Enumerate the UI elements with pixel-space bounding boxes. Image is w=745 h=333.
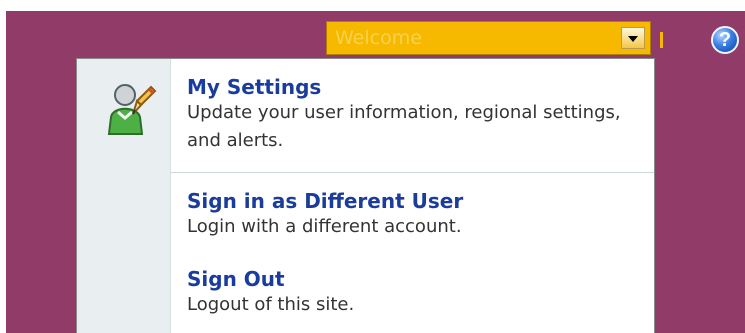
- help-icon-glyph: ?: [718, 29, 732, 51]
- user-edit-icon: [107, 84, 157, 135]
- menu-item-my-settings[interactable]: My Settings Update your user information…: [77, 59, 654, 172]
- menu-item-sign-in-different-user[interactable]: Sign in as Different User Login with a d…: [77, 173, 654, 246]
- my-settings-description: Update your user information, regional s…: [187, 102, 621, 151]
- my-settings-title: My Settings: [187, 75, 322, 99]
- help-icon[interactable]: ?: [711, 26, 739, 54]
- sign-in-different-user-description: Login with a different account.: [187, 216, 462, 237]
- header-separator: [660, 32, 663, 48]
- menu-item-sign-out[interactable]: Sign Out Logout of this site.: [77, 246, 654, 333]
- welcome-menu-label: Welcome: [335, 27, 422, 49]
- sign-in-different-user-title: Sign in as Different User: [187, 189, 464, 213]
- chevron-down-icon[interactable]: [621, 27, 645, 49]
- welcome-user-menu-button[interactable]: Welcome: [326, 21, 651, 55]
- sign-out-description: Logout of this site.: [187, 294, 355, 315]
- sign-out-title: Sign Out: [187, 267, 285, 291]
- welcome-dropdown-menu: My Settings Update your user information…: [76, 58, 655, 333]
